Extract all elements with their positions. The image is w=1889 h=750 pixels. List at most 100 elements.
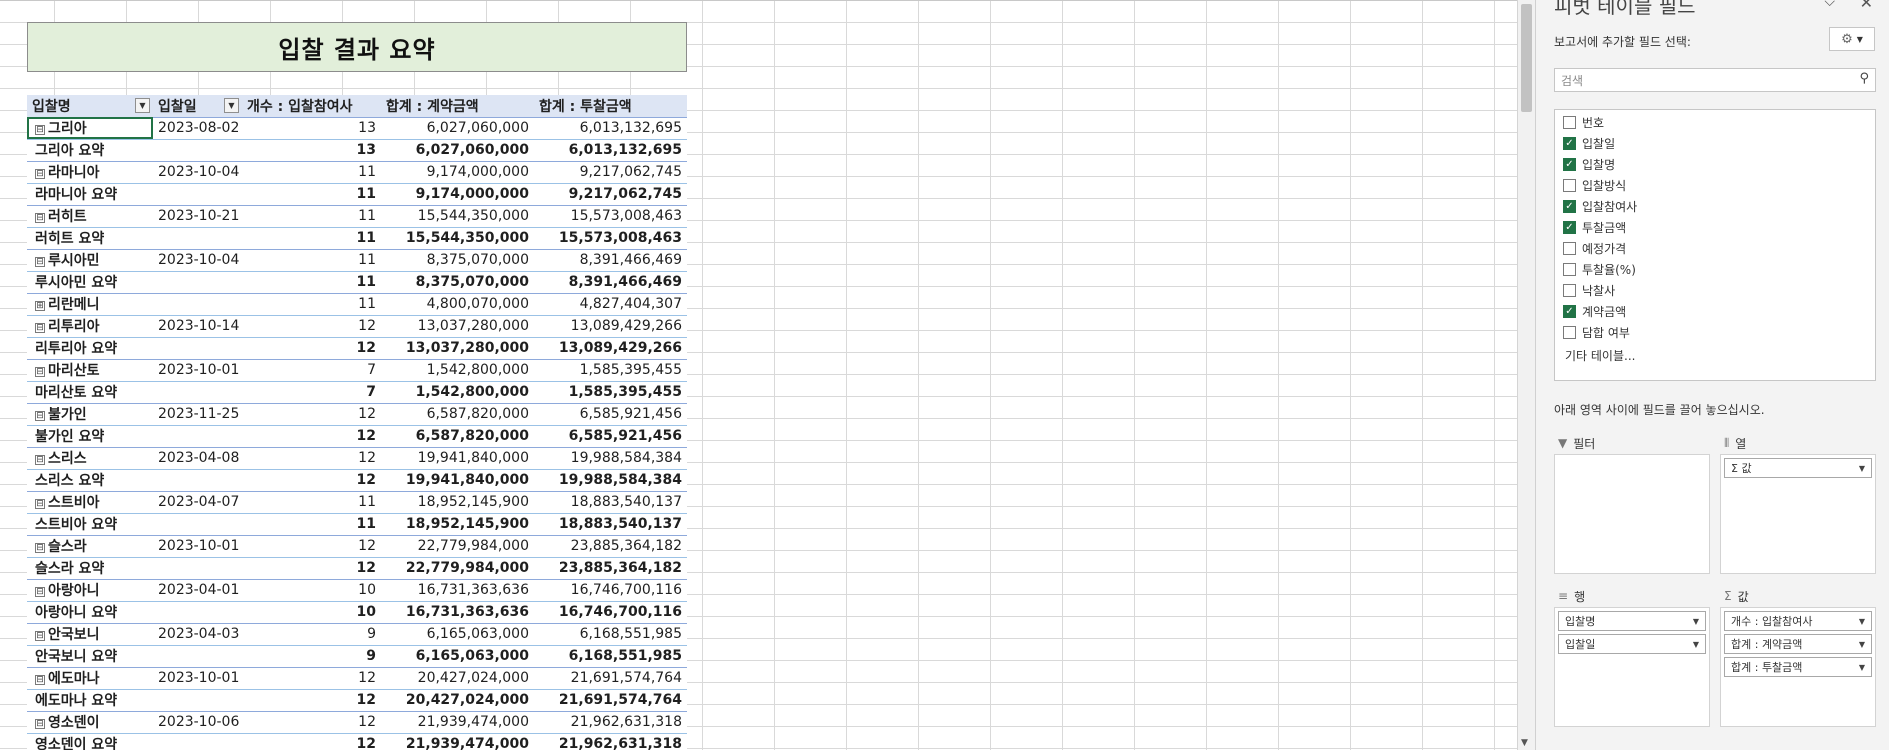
contract-sum-cell[interactable]: 19,941,840,000 <box>381 469 534 492</box>
bid-name-cell[interactable]: ⊟ 에도마나 <box>27 667 153 690</box>
contract-sum-cell[interactable]: 21,939,474,000 <box>381 711 534 734</box>
bid-name-cell[interactable]: ⊟ 라마니아 <box>27 161 153 184</box>
bid-sum-cell[interactable]: 21,691,574,764 <box>534 689 687 712</box>
bid-sum-cell[interactable]: 18,883,540,137 <box>534 491 687 514</box>
field-search-input[interactable]: 검색 ⚲ <box>1554 68 1876 92</box>
scrollbar-thumb[interactable] <box>1521 4 1532 112</box>
bid-date-cell[interactable] <box>153 425 242 448</box>
rows-field-chip[interactable]: 입찰일 ▼ <box>1558 634 1706 654</box>
bid-sum-cell[interactable]: 1,585,395,455 <box>534 381 687 404</box>
bid-date-cell[interactable] <box>153 271 242 294</box>
field-checkbox[interactable]: ✓ <box>1563 200 1576 213</box>
header-count[interactable]: 개수 : 입찰참여사 <box>242 95 381 118</box>
bid-sum-cell[interactable]: 18,883,540,137 <box>534 513 687 536</box>
values-area[interactable]: Σ 값 개수 : 입찰참여사 ▼ 합계 : 계약금액 ▼ 합계 : 투찰금액 ▼ <box>1720 585 1876 727</box>
bid-name-cell[interactable]: ⊟ 불가인 <box>27 403 153 426</box>
caret-down-icon[interactable]: ▼ <box>1693 640 1699 649</box>
close-icon[interactable]: ✕ <box>1860 0 1873 12</box>
field-item[interactable]: ✓ 입찰명 <box>1563 154 1875 175</box>
participant-count-cell[interactable]: 11 <box>242 161 381 184</box>
field-checkbox[interactable]: ✓ <box>1563 305 1576 318</box>
participant-count-cell[interactable]: 11 <box>242 271 381 294</box>
collapse-icon[interactable]: ⊟ <box>35 543 45 553</box>
collapse-icon[interactable]: ⊟ <box>35 411 45 421</box>
field-item[interactable]: 입찰방식 <box>1563 175 1875 196</box>
contract-sum-cell[interactable]: 6,165,063,000 <box>381 623 534 646</box>
bid-sum-cell[interactable]: 19,988,584,384 <box>534 447 687 470</box>
collapse-icon[interactable]: ⊟ <box>35 587 45 597</box>
participant-count-cell[interactable]: 12 <box>242 733 381 750</box>
bid-sum-cell[interactable]: 6,013,132,695 <box>534 117 687 140</box>
collapse-icon[interactable]: ⊟ <box>35 719 45 729</box>
bid-name-cell[interactable]: ⊟ 루시아민 <box>27 249 153 272</box>
contract-sum-cell[interactable]: 16,731,363,636 <box>381 601 534 624</box>
collapse-icon[interactable]: ⊟ <box>35 257 45 267</box>
vertical-scrollbar[interactable]: ▼ <box>1517 0 1535 750</box>
field-item[interactable]: ✓ 투찰금액 <box>1563 217 1875 238</box>
bid-name-cell[interactable]: ⊟ 영소덴이 <box>27 711 153 734</box>
participant-count-cell[interactable]: 10 <box>242 579 381 602</box>
bid-name-cell[interactable]: 안국보니 요약 <box>27 645 153 668</box>
participant-count-cell[interactable]: 12 <box>242 403 381 426</box>
participant-count-cell[interactable]: 11 <box>242 513 381 536</box>
bid-sum-cell[interactable]: 15,573,008,463 <box>534 205 687 228</box>
caret-down-icon[interactable]: ▼ <box>1859 617 1865 626</box>
field-item[interactable]: ✓ 입찰일 <box>1563 133 1875 154</box>
contract-sum-cell[interactable]: 6,587,820,000 <box>381 403 534 426</box>
bid-date-cell[interactable]: 2023-11-25 <box>153 403 242 426</box>
collapse-icon[interactable]: ⊟ <box>35 675 45 685</box>
participant-count-cell[interactable]: 12 <box>242 711 381 734</box>
participant-count-cell[interactable]: 12 <box>242 535 381 558</box>
contract-sum-cell[interactable]: 15,544,350,000 <box>381 227 534 250</box>
bid-date-cell[interactable] <box>153 381 242 404</box>
collapse-icon[interactable]: ⊟ <box>35 125 45 135</box>
bid-date-cell[interactable] <box>153 645 242 668</box>
bid-sum-cell[interactable]: 6,168,551,985 <box>534 645 687 668</box>
participant-count-cell[interactable]: 7 <box>242 359 381 382</box>
contract-sum-cell[interactable]: 20,427,024,000 <box>381 667 534 690</box>
caret-down-icon[interactable]: ▼ <box>1859 464 1865 473</box>
bid-sum-cell[interactable]: 13,089,429,266 <box>534 337 687 360</box>
bid-date-cell[interactable]: 2023-10-04 <box>153 161 242 184</box>
bid-name-cell[interactable]: ⊟ 러히트 <box>27 205 153 228</box>
more-tables-link[interactable]: 기타 테이블... <box>1563 347 1875 364</box>
bid-sum-cell[interactable]: 4,827,404,307 <box>534 293 687 316</box>
header-contract-sum[interactable]: 합계 : 계약금액 <box>381 95 534 118</box>
bid-date-cell[interactable]: 2023-04-01 <box>153 579 242 602</box>
contract-sum-cell[interactable]: 1,542,800,000 <box>381 359 534 382</box>
contract-sum-cell[interactable]: 15,544,350,000 <box>381 205 534 228</box>
participant-count-cell[interactable]: 11 <box>242 227 381 250</box>
columns-drop-zone[interactable]: Σ 값 ▼ <box>1720 454 1876 574</box>
bid-sum-cell[interactable]: 19,988,584,384 <box>534 469 687 492</box>
contract-sum-cell[interactable]: 6,587,820,000 <box>381 425 534 448</box>
search-icon[interactable]: ⚲ <box>1859 71 1869 86</box>
bid-name-cell[interactable]: 슬스라 요약 <box>27 557 153 580</box>
contract-sum-cell[interactable]: 6,027,060,000 <box>381 117 534 140</box>
participant-count-cell[interactable]: 10 <box>242 601 381 624</box>
collapse-icon[interactable]: ⊟ <box>35 169 45 179</box>
bid-date-cell[interactable] <box>153 469 242 492</box>
participant-count-cell[interactable]: 12 <box>242 315 381 338</box>
participant-count-cell[interactable]: 9 <box>242 645 381 668</box>
bid-sum-cell[interactable]: 8,391,466,469 <box>534 249 687 272</box>
bid-date-cell[interactable] <box>153 513 242 536</box>
field-checkbox[interactable]: ✓ <box>1563 158 1576 171</box>
header-bid-date[interactable]: 입찰일 ▼ <box>153 95 242 118</box>
participant-count-cell[interactable]: 11 <box>242 293 381 316</box>
filter-dropdown-icon[interactable]: ▼ <box>224 98 239 113</box>
bid-date-cell[interactable]: 2023-10-04 <box>153 249 242 272</box>
field-checkbox[interactable] <box>1563 326 1576 339</box>
participant-count-cell[interactable]: 12 <box>242 557 381 580</box>
bid-date-cell[interactable]: 2023-10-14 <box>153 315 242 338</box>
bid-date-cell[interactable]: 2023-10-06 <box>153 711 242 734</box>
contract-sum-cell[interactable]: 13,037,280,000 <box>381 315 534 338</box>
field-checkbox[interactable] <box>1563 263 1576 276</box>
bid-name-cell[interactable]: 리투리아 요약 <box>27 337 153 360</box>
rows-drop-zone[interactable]: 입찰명 ▼ 입찰일 ▼ <box>1554 607 1710 727</box>
contract-sum-cell[interactable]: 1,542,800,000 <box>381 381 534 404</box>
contract-sum-cell[interactable]: 21,939,474,000 <box>381 733 534 750</box>
rows-area[interactable]: ≡ 행 입찰명 ▼ 입찰일 ▼ <box>1554 585 1710 727</box>
bid-sum-cell[interactable]: 6,585,921,456 <box>534 403 687 426</box>
collapse-icon[interactable]: ⊟ <box>35 455 45 465</box>
bid-sum-cell[interactable]: 21,962,631,318 <box>534 711 687 734</box>
